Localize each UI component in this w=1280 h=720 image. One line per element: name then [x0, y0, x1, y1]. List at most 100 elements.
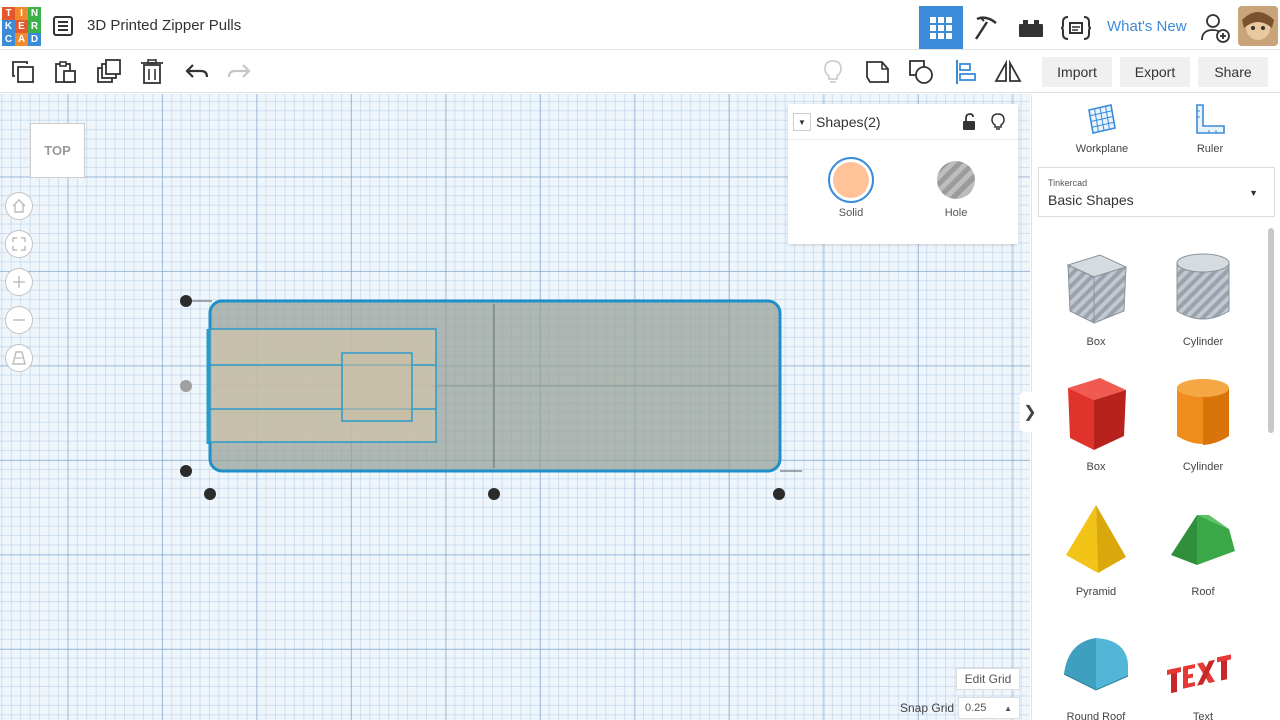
user-add-icon: [1201, 13, 1230, 43]
lightbulb-icon: [991, 113, 1005, 130]
snap-grid-label: Snap Grid: [900, 701, 955, 715]
whats-new-link[interactable]: What's New: [1107, 18, 1187, 35]
hide-button[interactable]: [989, 113, 1007, 131]
shape-label: Cylinder: [1182, 461, 1224, 473]
selected-inner-shape[interactable]: [206, 328, 437, 444]
inspector-header: ▼ Shapes(2): [788, 104, 1018, 140]
shape-label: Text: [1192, 711, 1214, 720]
import-button[interactable]: Import: [1042, 57, 1112, 87]
ruler-label: Ruler: [1196, 143, 1224, 155]
bricks-button[interactable]: [1009, 6, 1053, 49]
hint-bulb-button[interactable]: [818, 57, 848, 87]
solid-swatch[interactable]: [828, 157, 874, 203]
redo-button[interactable]: [224, 57, 254, 87]
resize-handle[interactable]: [180, 380, 192, 392]
shape-round-roof[interactable]: Round Roof: [1051, 624, 1141, 720]
shape-label: Cylinder: [1182, 336, 1224, 348]
box-icon: [1068, 378, 1126, 450]
unlock-icon: [963, 113, 975, 130]
shape-cylinder[interactable]: Cylinder: [1158, 374, 1248, 473]
logo-letter: T: [2, 7, 15, 20]
duplicate-icon: [97, 59, 121, 83]
logo-letter: D: [28, 33, 41, 46]
shape-label: Round Roof: [1066, 711, 1126, 720]
roof-icon: [1171, 515, 1235, 565]
shape-box[interactable]: Box: [1051, 374, 1141, 473]
undo-icon: [185, 64, 209, 78]
ungroup-button[interactable]: [906, 57, 936, 87]
design-title[interactable]: 3D Printed Zipper Pulls: [87, 17, 241, 34]
edit-grid-button[interactable]: Edit Grid: [956, 668, 1020, 690]
library-source: Tinkercad: [1048, 178, 1088, 188]
solid-label: Solid: [838, 207, 864, 219]
shape-pyramid[interactable]: Pyramid: [1051, 499, 1141, 598]
ungroup-icon: [909, 60, 933, 84]
ruler-tool[interactable]: Ruler: [1165, 102, 1255, 155]
mirror-icon: [994, 60, 1022, 82]
round-roof-icon: [1063, 638, 1129, 691]
shape-label: Roof: [1191, 586, 1215, 598]
grid-3d-view-button[interactable]: [919, 6, 963, 49]
inspector-title: Shapes(2): [816, 114, 881, 130]
top-header: T I N K E R C A D 3D Printed Zipper Pull…: [0, 0, 1280, 50]
group-button[interactable]: [862, 57, 892, 87]
collapse-panel-button[interactable]: ❯: [1020, 392, 1040, 432]
hole-label: Hole: [944, 207, 968, 219]
logo-letter: N: [28, 7, 41, 20]
code-blocks-button[interactable]: [1054, 6, 1098, 49]
shape-library-select[interactable]: Tinkercad Basic Shapes ▼: [1038, 167, 1275, 217]
shapes-panel-scrollbar[interactable]: [1268, 228, 1274, 433]
text-3d-icon: [1167, 654, 1231, 694]
library-name: Basic Shapes: [1048, 192, 1134, 208]
solid-option[interactable]: Solid: [821, 157, 881, 219]
ruler-icon: [1196, 104, 1225, 134]
lock-button[interactable]: [960, 113, 978, 131]
shape-label: Box: [1086, 336, 1106, 348]
collapse-inspector-button[interactable]: ▼: [793, 113, 811, 131]
snap-grid-select[interactable]: 0.25 ▲: [958, 697, 1020, 719]
hole-option[interactable]: Hole: [926, 157, 986, 219]
list-icon[interactable]: [52, 15, 74, 37]
duplicate-button[interactable]: [94, 57, 124, 87]
resize-handle[interactable]: [204, 488, 216, 500]
workplane-icon: [1088, 104, 1116, 134]
shape-box-hole[interactable]: Box: [1051, 249, 1141, 348]
resize-handle[interactable]: [773, 488, 785, 500]
invite-user-button[interactable]: [1194, 6, 1238, 49]
code-blocks-icon: [1060, 15, 1092, 40]
export-button[interactable]: Export: [1120, 57, 1190, 87]
undo-button[interactable]: [182, 57, 212, 87]
share-button[interactable]: Share: [1198, 57, 1268, 87]
blocks-button[interactable]: [964, 6, 1008, 49]
logo-letter: K: [2, 20, 15, 33]
mirror-button[interactable]: [993, 57, 1023, 87]
shape-text[interactable]: Text: [1158, 624, 1248, 720]
trash-icon: [141, 59, 163, 84]
paste-icon: [55, 61, 76, 83]
avatar[interactable]: [1238, 6, 1278, 46]
resize-handle[interactable]: [180, 465, 192, 477]
align-button[interactable]: [951, 57, 981, 87]
tinkercad-logo[interactable]: T I N K E R C A D: [2, 7, 42, 47]
align-icon: [956, 60, 976, 84]
hole-swatch[interactable]: [933, 157, 979, 203]
snap-grid-value: 0.25: [965, 702, 987, 714]
workplane-tool[interactable]: Workplane: [1057, 102, 1147, 155]
shape-cylinder-hole[interactable]: Cylinder: [1158, 249, 1248, 348]
copy-button[interactable]: [8, 57, 38, 87]
shape-label: Box: [1086, 461, 1106, 473]
logo-letter: R: [28, 20, 41, 33]
shape-roof[interactable]: Roof: [1158, 499, 1248, 598]
delete-button[interactable]: [137, 57, 167, 87]
paste-button[interactable]: [50, 57, 80, 87]
workplane-label: Workplane: [1075, 143, 1129, 155]
logo-letter: C: [2, 33, 15, 46]
logo-letter: I: [15, 7, 28, 20]
chevron-down-icon: ▼: [1249, 188, 1258, 198]
resize-handle[interactable]: [180, 295, 192, 307]
grid-3d-view-icon: [930, 16, 952, 39]
cylinder-hole-icon: [1176, 253, 1230, 320]
pickaxe-icon: [974, 15, 997, 40]
resize-handle[interactable]: [488, 488, 500, 500]
chevron-up-icon: ▲: [1004, 704, 1012, 713]
